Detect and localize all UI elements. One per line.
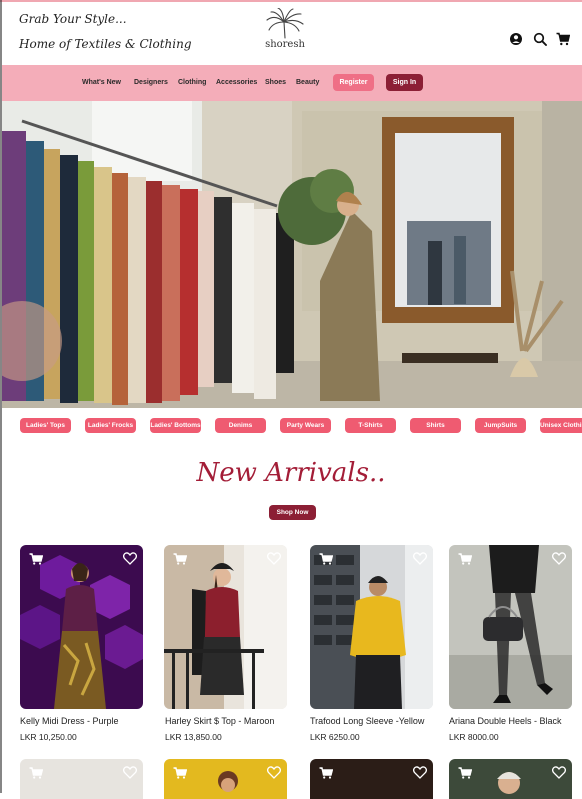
wishlist-heart-icon[interactable] bbox=[267, 766, 281, 779]
main-navigation: What's New Designers Clothing Accessorie… bbox=[2, 65, 582, 101]
search-icon[interactable] bbox=[533, 32, 547, 46]
add-to-cart-icon[interactable] bbox=[29, 767, 43, 779]
tagline-primary: Grab Your Style... bbox=[19, 12, 127, 26]
nav-shoes[interactable]: Shoes bbox=[265, 79, 286, 86]
add-to-cart-icon[interactable] bbox=[458, 553, 472, 565]
nav-whats-new[interactable]: What's New bbox=[82, 79, 121, 86]
wishlist-heart-icon[interactable] bbox=[552, 766, 566, 779]
account-icon[interactable] bbox=[509, 32, 523, 46]
wishlist-heart-icon[interactable] bbox=[413, 766, 427, 779]
shop-now-button[interactable]: Shop Now bbox=[269, 505, 316, 520]
nav-clothing[interactable]: Clothing bbox=[178, 79, 206, 86]
tagline-secondary: Home of Textiles & Clothing bbox=[19, 37, 192, 51]
product-price: LKR 6250.00 bbox=[310, 732, 360, 742]
category-chip-jumpsuits[interactable]: JumpSuits bbox=[475, 418, 526, 433]
category-chip-shirts[interactable]: Shirts bbox=[410, 418, 461, 433]
nav-accessories[interactable]: Accessories bbox=[216, 79, 257, 86]
category-chip-party-wears[interactable]: Party Wears bbox=[280, 418, 331, 433]
product-name[interactable]: Ariana Double Heels - Black bbox=[449, 716, 562, 726]
palm-logo-icon[interactable] bbox=[263, 8, 307, 60]
product-price: LKR 10,250.00 bbox=[20, 732, 77, 742]
product-card-image[interactable] bbox=[310, 545, 433, 709]
wishlist-heart-icon[interactable] bbox=[123, 766, 137, 779]
add-to-cart-icon[interactable] bbox=[173, 553, 187, 565]
category-chip-denims[interactable]: Denims bbox=[215, 418, 266, 433]
category-chip-t-shirts[interactable]: T-Shirts bbox=[345, 418, 396, 433]
product-card-image[interactable] bbox=[20, 759, 143, 799]
section-title: New Arrivals.. bbox=[196, 458, 386, 488]
product-card-image[interactable] bbox=[20, 545, 143, 709]
logo-wordmark: shoresh bbox=[265, 39, 305, 50]
category-chip-ladies-bottoms[interactable]: Ladies' Bottoms bbox=[150, 418, 201, 433]
page-left-border bbox=[0, 0, 2, 793]
wishlist-heart-icon[interactable] bbox=[267, 552, 281, 565]
wishlist-heart-icon[interactable] bbox=[552, 552, 566, 565]
product-card-image[interactable] bbox=[449, 545, 572, 709]
cart-icon[interactable] bbox=[556, 32, 570, 46]
register-button[interactable]: Register bbox=[333, 74, 374, 91]
product-price: LKR 8000.00 bbox=[449, 732, 499, 742]
product-card-image[interactable] bbox=[310, 759, 433, 799]
add-to-cart-icon[interactable] bbox=[29, 553, 43, 565]
product-card-image[interactable] bbox=[449, 759, 572, 799]
product-price: LKR 13,850.00 bbox=[165, 732, 222, 742]
product-name[interactable]: Harley Skirt $ Top - Maroon bbox=[165, 716, 274, 726]
hero-banner-image bbox=[2, 101, 582, 408]
category-chip-ladies-tops[interactable]: Ladies' Tops bbox=[20, 418, 71, 433]
add-to-cart-icon[interactable] bbox=[458, 767, 472, 779]
add-to-cart-icon[interactable] bbox=[173, 767, 187, 779]
wishlist-heart-icon[interactable] bbox=[123, 552, 137, 565]
product-card-image[interactable] bbox=[164, 759, 287, 799]
site-header: Grab Your Style... Home of Textiles & Cl… bbox=[0, 2, 582, 64]
nav-beauty[interactable]: Beauty bbox=[296, 79, 319, 86]
category-chip-ladies-frocks[interactable]: Ladies' Frocks bbox=[85, 418, 136, 433]
add-to-cart-icon[interactable] bbox=[319, 553, 333, 565]
product-name[interactable]: Kelly Midi Dress - Purple bbox=[20, 716, 119, 726]
product-card-image[interactable] bbox=[164, 545, 287, 709]
add-to-cart-icon[interactable] bbox=[319, 767, 333, 779]
nav-designers[interactable]: Designers bbox=[134, 79, 168, 86]
sign-in-button[interactable]: Sign In bbox=[386, 74, 423, 91]
product-name[interactable]: Trafood Long Sleeve -Yellow bbox=[310, 716, 424, 726]
wishlist-heart-icon[interactable] bbox=[413, 552, 427, 565]
category-chip-unisex-clothing[interactable]: Unisex Clothing bbox=[540, 418, 582, 433]
